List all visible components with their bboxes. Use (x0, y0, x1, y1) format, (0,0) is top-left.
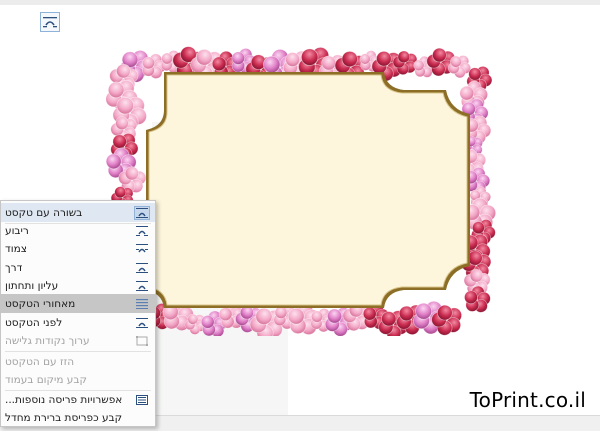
menu-item-set-as-default[interactable]: קבע כפריסת ברירת מחדל (1, 408, 155, 427)
menu-item-fix-position: קבע מיקום בעמוד (1, 370, 155, 389)
edit-wrap-points-icon (135, 335, 149, 347)
inline-with-text-icon (134, 205, 150, 220)
menu-item-label: עליון ותחתון (5, 279, 59, 292)
document-page: ToPrint.co.il בשורה עם טקסט ריבוע צמוד ד… (0, 0, 600, 431)
menu-item-more-layout-options[interactable]: אפשרויות פריסה נוספות... (1, 390, 155, 409)
more-layout-options-icon (135, 394, 149, 406)
menu-item-label: קבע מיקום בעמוד (5, 373, 87, 386)
watermark-text: ToPrint.co.il (469, 388, 586, 412)
menu-item-label: בשורה עם טקסט (5, 206, 83, 219)
menu-item-tight[interactable]: צמוד (1, 239, 155, 258)
layout-options-button[interactable] (40, 12, 60, 32)
menu-item-in-front-of-text[interactable]: לפני הטקסט (1, 313, 155, 332)
menu-item-label: לפני הטקסט (5, 316, 63, 329)
square-wrap-icon (135, 225, 149, 237)
in-front-of-text-icon (135, 317, 149, 329)
menu-item-label: הזז עם הטקסט (5, 355, 75, 368)
menu-item-edit-wrap-points: ערוך נקודות גלישה (1, 331, 155, 350)
menu-item-behind-text[interactable]: מאחורי הטקסט (1, 294, 155, 313)
menu-item-label: צמוד (5, 242, 27, 255)
menu-item-square[interactable]: ריבוע (1, 221, 155, 240)
floral-frame-image[interactable] (106, 44, 498, 336)
menu-item-through[interactable]: דרך (1, 258, 155, 277)
through-wrap-icon (135, 262, 149, 274)
menu-item-top-and-bottom[interactable]: עליון ותחתון (1, 276, 155, 295)
tight-wrap-icon (135, 243, 149, 255)
menu-item-label: ריבוע (5, 224, 29, 237)
menu-item-label: מאחורי הטקסט (5, 297, 76, 310)
menu-item-label: קבע כפריסת ברירת מחדל (5, 411, 123, 424)
wrap-text-icon (43, 17, 57, 28)
behind-text-icon (135, 298, 149, 310)
wrap-text-context-menu: בשורה עם טקסט ריבוע צמוד דרך עליון ותחתו… (0, 200, 156, 427)
top-ribbon-edge (0, 0, 600, 5)
top-and-bottom-icon (135, 280, 149, 292)
menu-item-move-with-text: הזז עם הטקסט (1, 352, 155, 371)
menu-item-inline-with-text[interactable]: בשורה עם טקסט (1, 203, 155, 222)
menu-item-label: אפשרויות פריסה נוספות... (5, 393, 123, 406)
menu-item-label: דרך (5, 261, 23, 274)
menu-item-label: ערוך נקודות גלישה (5, 334, 90, 347)
